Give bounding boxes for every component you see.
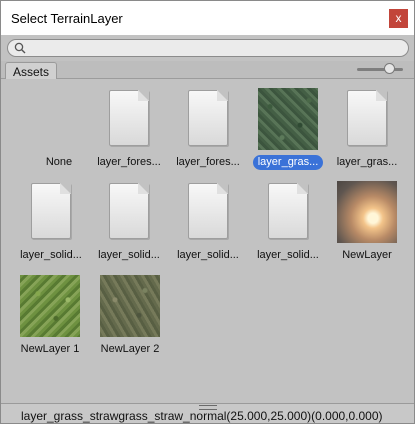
asset-label: layer_gras... — [253, 155, 323, 170]
asset-item-selected[interactable]: layer_gras... — [253, 88, 323, 174]
asset-label: layer_solid... — [20, 249, 82, 261]
document-icon — [188, 90, 228, 146]
object-picker-window: Select TerrainLayer x Assets None layer_… — [0, 0, 415, 424]
document-icon — [347, 90, 387, 146]
tab-strip: Assets — [1, 61, 414, 79]
asset-label: None — [45, 156, 73, 168]
asset-label: NewLayer 1 — [20, 343, 80, 355]
close-button[interactable]: x — [389, 9, 408, 28]
asset-item[interactable]: NewLayer 1 — [15, 275, 85, 361]
asset-label: layer_solid... — [177, 249, 239, 261]
asset-item[interactable]: NewLayer 2 — [95, 275, 165, 361]
asset-label: NewLayer — [342, 249, 392, 261]
document-icon — [268, 183, 308, 239]
tab-assets[interactable]: Assets — [5, 62, 58, 79]
asset-item[interactable]: layer_solid... — [94, 181, 164, 267]
asset-grid: None layer_fores... layer_fores... layer… — [1, 80, 414, 403]
document-icon — [109, 183, 149, 239]
asset-item[interactable]: layer_solid... — [253, 181, 323, 267]
asset-item-none[interactable]: None — [24, 88, 94, 174]
grass-texture-thumbnail — [20, 275, 80, 337]
asset-item[interactable]: layer_fores... — [94, 88, 164, 174]
grass-texture-thumbnail — [258, 88, 318, 150]
slider-thumb[interactable] — [384, 63, 395, 74]
status-text: layer_grass_strawgrass_straw_normal(25.0… — [21, 409, 383, 423]
asset-label: layer_fores... — [176, 156, 240, 168]
document-icon — [188, 183, 228, 239]
asset-label: layer_solid... — [257, 249, 319, 261]
asset-label: layer_gras... — [336, 156, 398, 168]
dirt-texture-thumbnail — [100, 275, 160, 337]
asset-label: layer_solid... — [98, 249, 160, 261]
search-input[interactable] — [7, 39, 409, 57]
asset-item[interactable]: layer_solid... — [173, 181, 243, 267]
asset-label: layer_fores... — [97, 156, 161, 168]
asset-item[interactable]: layer_gras... — [332, 88, 402, 174]
window-title: Select TerrainLayer — [11, 11, 123, 26]
status-bar: layer_grass_strawgrass_straw_normal(25.0… — [1, 403, 414, 423]
thumbnail-size-slider[interactable] — [357, 68, 403, 71]
title-bar[interactable]: Select TerrainLayer x — [1, 1, 414, 35]
asset-item[interactable]: NewLayer — [332, 181, 402, 267]
sunset-texture-thumbnail — [337, 181, 397, 243]
asset-label: NewLayer 2 — [100, 343, 160, 355]
search-icon — [14, 42, 26, 54]
asset-item[interactable]: layer_solid... — [16, 181, 86, 267]
document-icon — [109, 90, 149, 146]
document-icon — [31, 183, 71, 239]
asset-item[interactable]: layer_fores... — [173, 88, 243, 174]
